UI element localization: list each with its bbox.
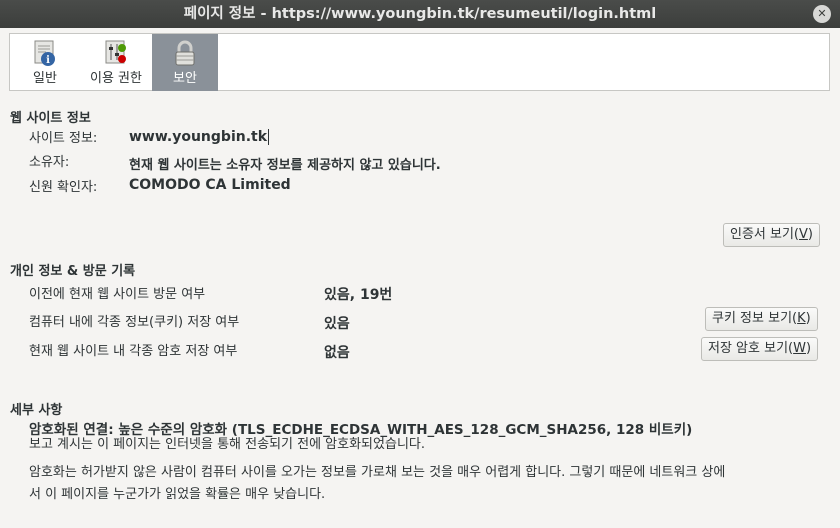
verifier-value: COMODO CA Limited [129,177,291,193]
tab-toolbar: i 일반 이용 권한 보안 [9,33,830,91]
cookies-label: 컴퓨터 내에 각종 정보(쿠키) 저장 여부 [29,315,240,330]
tab-security-label: 보안 [173,71,197,86]
view-passwords-label: 저장 암호 보기( [708,341,794,356]
tab-general-label: 일반 [33,71,57,86]
svg-text:i: i [46,55,50,66]
tab-general[interactable]: i 일반 [10,34,80,91]
privacy-heading: 개인 정보 & 방문 기록 [10,264,136,279]
text-cursor [268,129,270,145]
tab-security[interactable]: 보안 [152,34,218,91]
owner-label: 소유자: [29,155,70,170]
permissions-icon [105,40,126,64]
passwords-value: 없음 [324,345,350,361]
window-titlebar: 페이지 정보 - https://www.youngbin.tk/resumeu… [0,0,840,28]
window-title: 페이지 정보 - https://www.youngbin.tk/resumeu… [183,6,657,22]
info-page-icon: i [34,40,55,66]
cookies-value: 있음 [324,316,350,332]
view-certificate-close: ) [807,227,813,242]
site-value-text: www.youngbin.tk [129,129,268,145]
view-passwords-accel: W [793,341,806,356]
view-certificate-label: 인증서 보기( [730,227,800,242]
view-cookies-accel: K [797,311,806,326]
owner-value: 현재 웹 사이트는 소유자 정보를 제공하지 않고 있습니다. [129,158,441,173]
site-value[interactable]: www.youngbin.tk [129,129,270,145]
view-certificate-button[interactable]: 인증서 보기(V) [723,223,820,247]
website-info-heading: 웹 사이트 정보 [10,111,91,126]
view-cookies-button[interactable]: 쿠키 정보 보기(K) [705,307,818,331]
tab-permissions-label: 이용 권한 [90,71,142,86]
close-icon[interactable]: ✕ [813,5,831,23]
details-heading: 세부 사항 [10,403,63,418]
visit-history-label: 이전에 현재 웹 사이트 방문 여부 [29,287,206,302]
view-cookies-close: ) [805,311,811,326]
details-line-2a: 암호화는 허가받지 않은 사람이 컴퓨터 사이를 오가는 정보를 가로채 보는 … [29,465,726,480]
view-passwords-close: ) [805,341,812,356]
view-cookies-label: 쿠키 정보 보기( [712,311,798,326]
view-certificate-accel: V [799,227,808,242]
details-line-1: 보고 계시는 이 페이지는 인터넷을 통해 전송되기 전에 암호화되었습니다. [29,437,425,452]
tab-permissions[interactable]: 이용 권한 [80,34,152,91]
verifier-label: 신원 확인자: [29,180,98,195]
lock-icon [175,40,195,66]
view-saved-passwords-button[interactable]: 저장 암호 보기(W) [701,337,819,361]
visit-history-value: 있음, 19번 [324,287,393,303]
details-line-2b: 서 이 페이지를 누군가가 읽었을 확률은 매우 낮습니다. [29,487,326,502]
passwords-label: 현재 웹 사이트 내 각종 암호 저장 여부 [29,344,238,359]
site-label: 사이트 정보: [29,131,98,146]
